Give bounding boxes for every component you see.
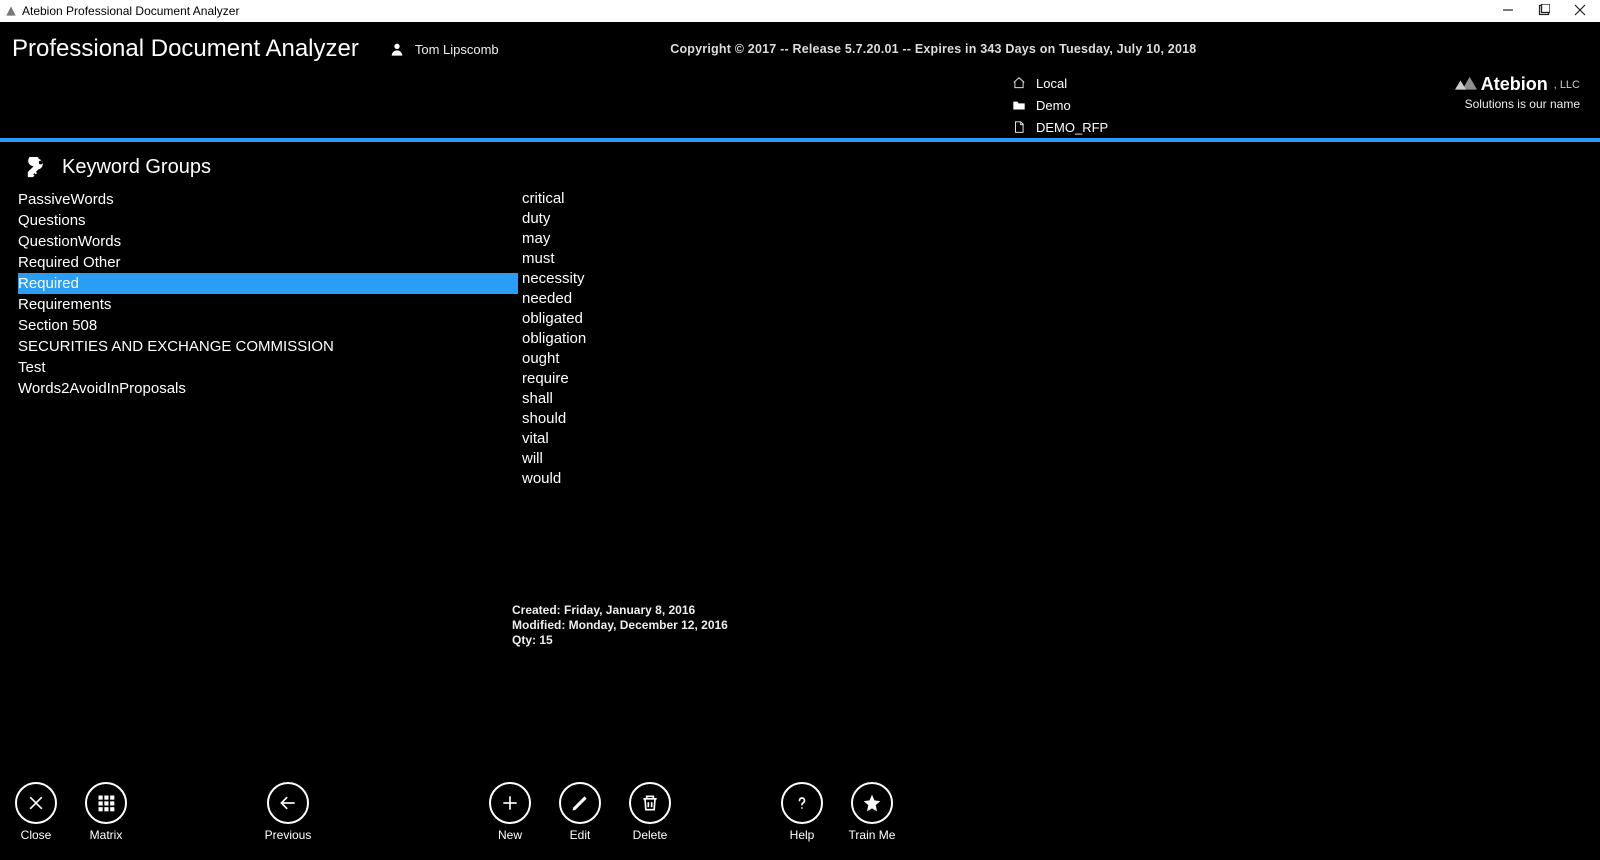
app-header: Professional Document Analyzer Tom Lipsc…	[0, 22, 1600, 138]
meta-qty: Qty: 15	[512, 633, 728, 648]
keyword-item[interactable]: obligated	[522, 309, 1018, 329]
copyright-text: Copyright © 2017 -- Release 5.7.20.01 --…	[499, 42, 1368, 56]
matrix-button[interactable]: Matrix	[80, 782, 132, 842]
keyword-item[interactable]: ought	[522, 349, 1018, 369]
user-name: Tom Lipscomb	[415, 42, 499, 57]
window-close-button[interactable]	[1574, 4, 1586, 19]
window-title: Atebion Professional Document Analyzer	[22, 4, 239, 18]
keyword-item[interactable]: may	[522, 229, 1018, 249]
keyword-item[interactable]: duty	[522, 209, 1018, 229]
keyword-item[interactable]: needed	[522, 289, 1018, 309]
window-titlebar: Atebion Professional Document Analyzer	[0, 0, 1600, 22]
plus-icon	[500, 793, 520, 813]
brand-tagline: Solutions is our name	[1455, 97, 1580, 111]
group-item[interactable]: Test	[18, 357, 518, 378]
star-icon	[862, 793, 882, 813]
window-maximize-button[interactable]	[1538, 4, 1550, 19]
breadcrumb-local[interactable]: Local	[1012, 72, 1108, 94]
group-meta: Created: Friday, January 8, 2016 Modifie…	[512, 603, 728, 648]
keyword-item[interactable]: require	[522, 369, 1018, 389]
close-button[interactable]: Close	[10, 782, 62, 842]
grid-icon	[96, 793, 116, 813]
section-title: Keyword Groups	[62, 156, 211, 179]
keyword-item[interactable]: necessity	[522, 269, 1018, 289]
main-content: Keyword Groups PassiveWordsQuestionsQues…	[0, 142, 1600, 774]
meta-modified: Modified: Monday, December 12, 2016	[512, 618, 728, 633]
key-icon	[26, 157, 48, 179]
document-icon	[1012, 120, 1026, 134]
trash-icon	[640, 793, 660, 813]
group-item[interactable]: SECURITIES AND EXCHANGE COMMISSION	[18, 336, 518, 357]
new-button[interactable]: New	[484, 782, 536, 842]
group-item[interactable]: Required Other	[18, 252, 518, 273]
group-item[interactable]: Words2AvoidInProposals	[18, 378, 518, 399]
folder-icon	[1012, 98, 1026, 112]
previous-button[interactable]: Previous	[262, 782, 314, 842]
app-title: Professional Document Analyzer	[12, 35, 359, 63]
home-icon	[1012, 76, 1026, 90]
meta-created: Created: Friday, January 8, 2016	[512, 603, 728, 618]
breadcrumb: Local Demo DEMO_RFP	[1012, 72, 1108, 138]
user-icon	[389, 41, 405, 57]
delete-button[interactable]: Delete	[624, 782, 676, 842]
edit-button[interactable]: Edit	[554, 782, 606, 842]
keywords-list[interactable]: criticaldutymaymustnecessityneededobliga…	[518, 189, 1018, 489]
keyword-item[interactable]: vital	[522, 429, 1018, 449]
keyword-groups-list[interactable]: PassiveWordsQuestionsQuestionWordsRequir…	[18, 189, 518, 399]
arrow-left-icon	[278, 793, 298, 813]
pencil-icon	[570, 793, 590, 813]
brand-name: Atebion	[1481, 74, 1548, 95]
question-icon	[792, 793, 812, 813]
breadcrumb-project[interactable]: Demo	[1012, 94, 1108, 116]
keyword-item[interactable]: shall	[522, 389, 1018, 409]
keyword-item[interactable]: must	[522, 249, 1018, 269]
breadcrumb-document[interactable]: DEMO_RFP	[1012, 116, 1108, 138]
trainme-button[interactable]: Train Me	[846, 782, 898, 842]
help-button[interactable]: Help	[776, 782, 828, 842]
keyword-item[interactable]: critical	[522, 189, 1018, 209]
keyword-item[interactable]: should	[522, 409, 1018, 429]
group-item[interactable]: Requirements	[18, 294, 518, 315]
keyword-item[interactable]: will	[522, 449, 1018, 469]
brand-logo-icon	[1455, 76, 1477, 94]
app-icon	[4, 4, 18, 18]
brand-block: Atebion , LLC Solutions is our name	[1455, 74, 1580, 111]
window-minimize-button[interactable]	[1502, 4, 1514, 19]
group-item[interactable]: PassiveWords	[18, 189, 518, 210]
group-item[interactable]: Required	[18, 273, 518, 294]
keyword-item[interactable]: would	[522, 469, 1018, 489]
keyword-item[interactable]: obligation	[522, 329, 1018, 349]
close-icon	[26, 793, 46, 813]
group-item[interactable]: Section 508	[18, 315, 518, 336]
group-item[interactable]: Questions	[18, 210, 518, 231]
group-item[interactable]: QuestionWords	[18, 231, 518, 252]
user-block[interactable]: Tom Lipscomb	[389, 41, 499, 57]
brand-suffix: , LLC	[1554, 79, 1580, 91]
bottom-toolbar: Close Matrix Previous New Edit Delete He…	[0, 774, 1600, 860]
